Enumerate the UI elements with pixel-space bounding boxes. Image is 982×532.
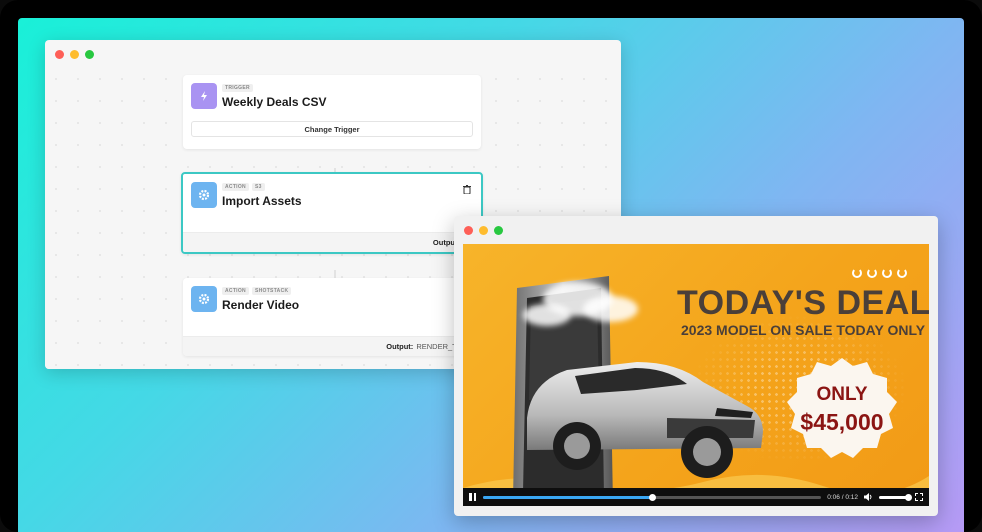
pause-icon[interactable] <box>469 493 477 501</box>
trigger-card[interactable]: TRIGGER Weekly Deals CSV Change Trigger <box>183 75 481 149</box>
screen-background: TRIGGER Weekly Deals CSV Change Trigger <box>18 18 964 532</box>
close-window-button[interactable] <box>55 49 64 59</box>
card-tag: ACTION <box>222 183 249 191</box>
card-tag: SHOTSTACK <box>251 287 292 295</box>
video-controls: 0:06 / 0:12 <box>463 488 929 506</box>
card-output: Output: RENDER_TEMP <box>183 336 481 356</box>
minimize-window-button[interactable] <box>479 225 488 235</box>
cloud-graphic <box>583 296 638 322</box>
card-output: Output: AS <box>183 232 481 252</box>
time-total: 0:12 <box>845 493 858 501</box>
import-assets-card[interactable]: ACTION S3 Import Assets Output: AS <box>181 172 483 254</box>
maximize-window-button[interactable] <box>494 225 503 235</box>
video-frame[interactable]: TODAY'S DEAL 2023 MODEL ON SALE TODAY ON… <box>463 244 929 506</box>
fullscreen-icon[interactable] <box>915 493 923 501</box>
badge-price-text: $45,000 <box>800 409 884 435</box>
card-title: Render Video <box>222 298 300 312</box>
progress-knob[interactable] <box>649 493 657 501</box>
window-titlebar <box>45 40 621 68</box>
progress-fill <box>483 495 653 499</box>
deal-subheadline: 2023 MODEL ON SALE TODAY ONLY <box>681 322 926 338</box>
card-tag: TRIGGER <box>222 84 253 92</box>
minimize-window-button[interactable] <box>70 49 79 59</box>
close-window-button[interactable] <box>464 225 473 235</box>
volume-knob[interactable] <box>905 493 912 501</box>
output-label: Output: <box>386 342 414 351</box>
time-current: 0:06 <box>827 493 840 501</box>
change-trigger-button[interactable]: Change Trigger <box>191 121 473 137</box>
badge-shape <box>787 358 897 458</box>
lightning-icon <box>191 83 217 109</box>
trash-icon[interactable] <box>463 185 471 194</box>
card-title: Weekly Deals CSV <box>222 95 327 109</box>
gear-icon <box>191 182 217 208</box>
gear-icon <box>191 286 217 312</box>
render-video-card[interactable]: ACTION SHOTSTACK Render Video Output: RE… <box>183 278 481 356</box>
maximize-window-button[interactable] <box>85 49 94 59</box>
card-tag: S3 <box>251 183 265 191</box>
decorative-circles <box>852 268 907 278</box>
badge-only-text: ONLY <box>816 384 868 405</box>
card-title: Import Assets <box>222 194 302 208</box>
deal-headline: TODAY'S DEAL <box>677 284 929 322</box>
device-frame: TRIGGER Weekly Deals CSV Change Trigger <box>0 0 982 532</box>
time-display: 0:06 / 0:12 <box>827 494 858 501</box>
window-titlebar <box>454 216 938 244</box>
video-preview-window: TODAY'S DEAL 2023 MODEL ON SALE TODAY ON… <box>454 216 938 516</box>
price-badge: ONLY $45,000 <box>785 356 899 460</box>
progress-bar[interactable] <box>483 493 822 501</box>
volume-slider[interactable] <box>879 493 912 501</box>
cloud-graphic <box>523 304 571 326</box>
car-image <box>527 362 763 478</box>
volume-icon[interactable] <box>864 493 873 501</box>
card-tag: ACTION <box>222 287 249 295</box>
